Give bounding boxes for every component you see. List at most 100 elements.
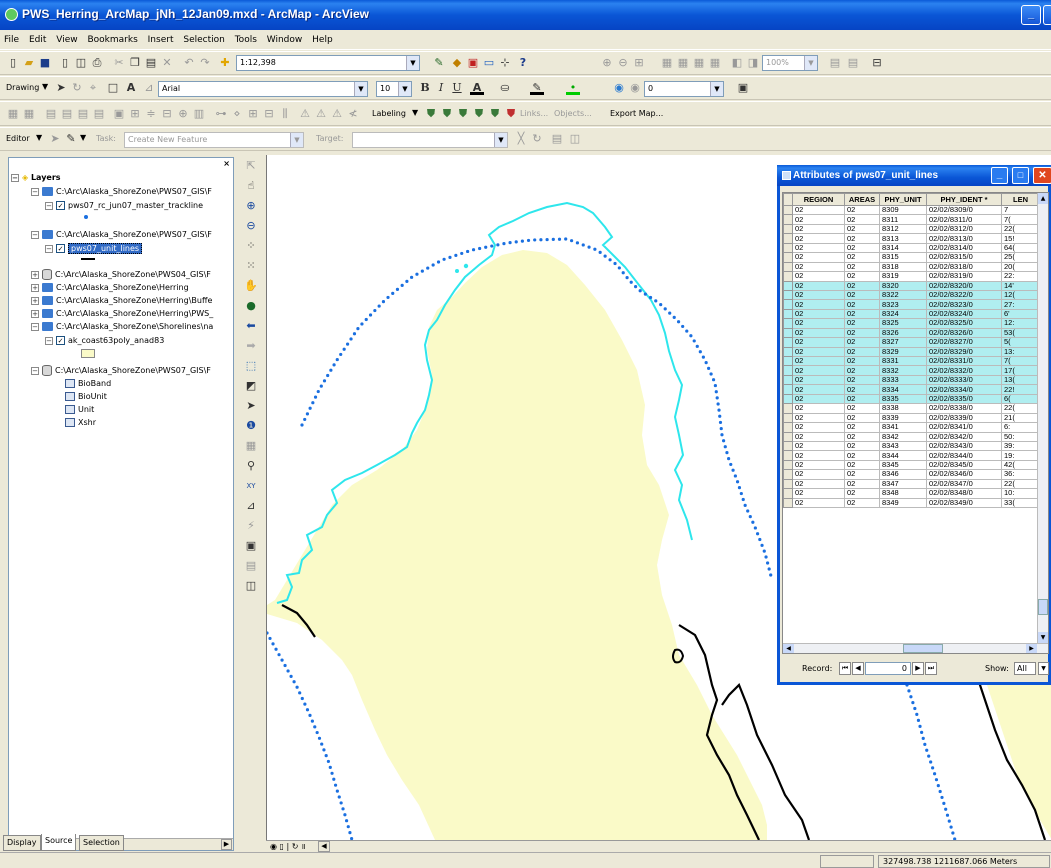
undo-icon[interactable]: ↶ xyxy=(182,56,196,70)
copy-icon[interactable]: ❐ xyxy=(128,56,142,70)
last-record-icon[interactable]: ⏭ xyxy=(925,662,937,675)
toc-table-item[interactable]: Xshr xyxy=(65,417,96,428)
collapse-icon[interactable]: − xyxy=(45,336,53,345)
row-selector[interactable] xyxy=(783,252,793,263)
table-row[interactable]: 02 02 8339 02/02/8339/0 21( xyxy=(783,412,1040,424)
row-selector[interactable] xyxy=(783,337,793,348)
table-row[interactable]: 02 02 8312 02/02/8312/0 22( xyxy=(783,223,1040,235)
go-back-icon[interactable]: ⬅ xyxy=(244,319,258,333)
export-map-button[interactable]: Export Map... xyxy=(610,109,663,118)
topology-icon[interactable]: ▦ xyxy=(6,107,20,121)
scroll-down-icon[interactable]: ▼ xyxy=(1038,632,1048,643)
table-row[interactable]: 02 02 8313 02/02/8313/0 15! xyxy=(783,233,1040,244)
table-row[interactable]: 02 02 8335 02/02/8335/0 6( xyxy=(783,393,1040,405)
row-selector[interactable] xyxy=(783,223,793,235)
tab-selection[interactable]: Selection xyxy=(79,835,124,851)
next-record-icon[interactable]: ▶ xyxy=(912,662,924,675)
bold-icon[interactable]: B xyxy=(418,81,432,95)
select-features-icon[interactable]: ⬚ xyxy=(244,359,258,373)
toc-item-selected[interactable]: − ✓ pws07_unit_lines xyxy=(45,243,143,254)
row-selector[interactable] xyxy=(783,327,793,339)
viewer-icon[interactable]: ▤ xyxy=(244,559,258,573)
print-preview-icon[interactable]: ▯ xyxy=(58,56,72,70)
table-row[interactable]: 02 02 8309 02/02/8309/0 7 xyxy=(783,204,1040,216)
row-selector[interactable] xyxy=(783,431,793,442)
attributes-icon[interactable]: ▤ xyxy=(550,132,564,146)
tool-q-icon[interactable]: ⚠ xyxy=(314,107,328,121)
table-row[interactable]: 02 02 8349 02/02/8349/0 33( xyxy=(783,497,1040,509)
toc-item[interactable]: + C:\Arc\Alaska_ShoreZone\Herring xyxy=(31,282,189,293)
tool-m-icon[interactable]: ⊞ xyxy=(246,107,260,121)
first-record-icon[interactable]: ⏮ xyxy=(839,662,851,675)
chevron-down-icon[interactable]: ▼ xyxy=(354,82,367,96)
change-layout-icon[interactable]: ⊟ xyxy=(870,56,884,70)
toc-item[interactable]: − ✓ pws07_rc_jun07_master_trackline xyxy=(45,200,203,211)
tool-o-icon[interactable]: ⫼ xyxy=(278,107,292,121)
underline-icon[interactable]: U xyxy=(450,81,464,95)
tool-h-icon[interactable]: ⊟ xyxy=(160,107,174,121)
visibility-checkbox[interactable]: ✓ xyxy=(56,336,65,345)
identify-icon[interactable]: ❶ xyxy=(244,419,258,433)
table-row[interactable]: 02 02 8333 02/02/8333/0 13( xyxy=(783,374,1040,386)
collapse-icon[interactable]: − xyxy=(11,173,19,182)
maximize-button[interactable] xyxy=(1043,5,1051,25)
table-row[interactable]: 02 02 8329 02/02/8329/0 13: xyxy=(783,346,1040,358)
menu-selection[interactable]: Selection xyxy=(183,35,224,45)
chevron-down-icon[interactable]: ▼ xyxy=(412,108,418,117)
zoom-out-layout-icon[interactable]: ⊖ xyxy=(616,56,630,70)
scroll-up-icon[interactable]: ▲ xyxy=(1038,193,1048,204)
row-selector[interactable] xyxy=(783,403,793,414)
view-unplaced-icon[interactable]: ⛊ xyxy=(504,107,518,121)
column-header[interactable]: PHY_IDENT * xyxy=(926,193,1002,206)
table-row[interactable]: 02 02 8320 02/02/8320/0 14' xyxy=(783,280,1040,291)
table-row[interactable]: 02 02 8323 02/02/8323/0 27: xyxy=(783,299,1040,310)
row-selector[interactable] xyxy=(783,469,793,480)
row-selector[interactable] xyxy=(783,384,793,395)
expand-icon[interactable]: + xyxy=(31,296,39,305)
hyperlink-icon[interactable]: ⚡ xyxy=(244,519,258,533)
table-row[interactable]: 02 02 8347 02/02/8347/0 22( xyxy=(783,478,1040,490)
row-selector[interactable] xyxy=(783,233,793,244)
labeling-menu[interactable]: Labeling xyxy=(372,109,406,118)
menu-tools[interactable]: Tools xyxy=(235,35,257,45)
full-extent-icon[interactable]: ● xyxy=(244,299,258,313)
forward-extent-icon[interactable]: ◨ xyxy=(746,56,760,70)
toggle-draft-icon[interactable]: ▤ xyxy=(828,56,842,70)
table-row[interactable]: 02 02 8314 02/02/8314/0 64( xyxy=(783,242,1040,254)
tool-p-icon[interactable]: ⚠ xyxy=(298,107,312,121)
zoom-page-icon[interactable]: ▦ xyxy=(708,56,722,70)
close-icon[interactable]: × xyxy=(223,159,230,168)
full-extent-icon[interactable]: ▦ xyxy=(692,56,706,70)
table-row[interactable]: 02 02 8332 02/02/8332/0 17( xyxy=(783,365,1040,376)
table-row[interactable]: 02 02 8348 02/02/8348/0 10: xyxy=(783,488,1040,499)
simplify-icon[interactable]: ◉ xyxy=(612,81,626,95)
go-to-xy-icon[interactable]: XY xyxy=(244,479,258,493)
whats-this-icon[interactable]: ? xyxy=(516,56,530,70)
zoom-to-selected-icon[interactable]: ⌖ xyxy=(86,81,100,95)
menu-view[interactable]: View xyxy=(56,35,77,45)
table-row[interactable]: 02 02 8326 02/02/8326/0 53( xyxy=(783,327,1040,339)
objects-button[interactable]: Objects... xyxy=(554,109,592,118)
tool-k-icon[interactable]: ⊶ xyxy=(214,107,228,121)
row-selector[interactable] xyxy=(783,393,793,405)
transparency-spinner[interactable]: 0 ▼ xyxy=(644,81,724,97)
print-preview2-icon[interactable]: ◫ xyxy=(74,56,88,70)
open-folder-icon[interactable]: ▰ xyxy=(22,56,36,70)
row-selector[interactable] xyxy=(783,308,793,320)
tab-display[interactable]: Display xyxy=(3,835,41,851)
topology2-icon[interactable]: ▦ xyxy=(22,107,36,121)
table-row[interactable]: 02 02 8342 02/02/8342/0 50: xyxy=(783,431,1040,442)
row-selector[interactable] xyxy=(783,214,793,225)
rectangle-icon[interactable]: □ xyxy=(106,81,120,95)
collapse-icon[interactable]: − xyxy=(31,187,39,196)
new-document-icon[interactable]: ▯ xyxy=(6,56,20,70)
tool-s-icon[interactable]: ≮ xyxy=(346,107,360,121)
minimize-button[interactable]: _ xyxy=(991,167,1008,184)
zoom-percent-input[interactable]: 100% ▼ xyxy=(762,55,818,71)
fixed-zoom-out-icon[interactable]: ⁙ xyxy=(244,259,258,273)
row-selector[interactable] xyxy=(783,412,793,424)
target-selector[interactable]: ▼ xyxy=(352,132,508,148)
focus-frame-icon[interactable]: ▤ xyxy=(846,56,860,70)
label-weight-icon[interactable]: ⛊ xyxy=(456,107,470,121)
zoom-in-icon[interactable]: ⊕ xyxy=(244,199,258,213)
